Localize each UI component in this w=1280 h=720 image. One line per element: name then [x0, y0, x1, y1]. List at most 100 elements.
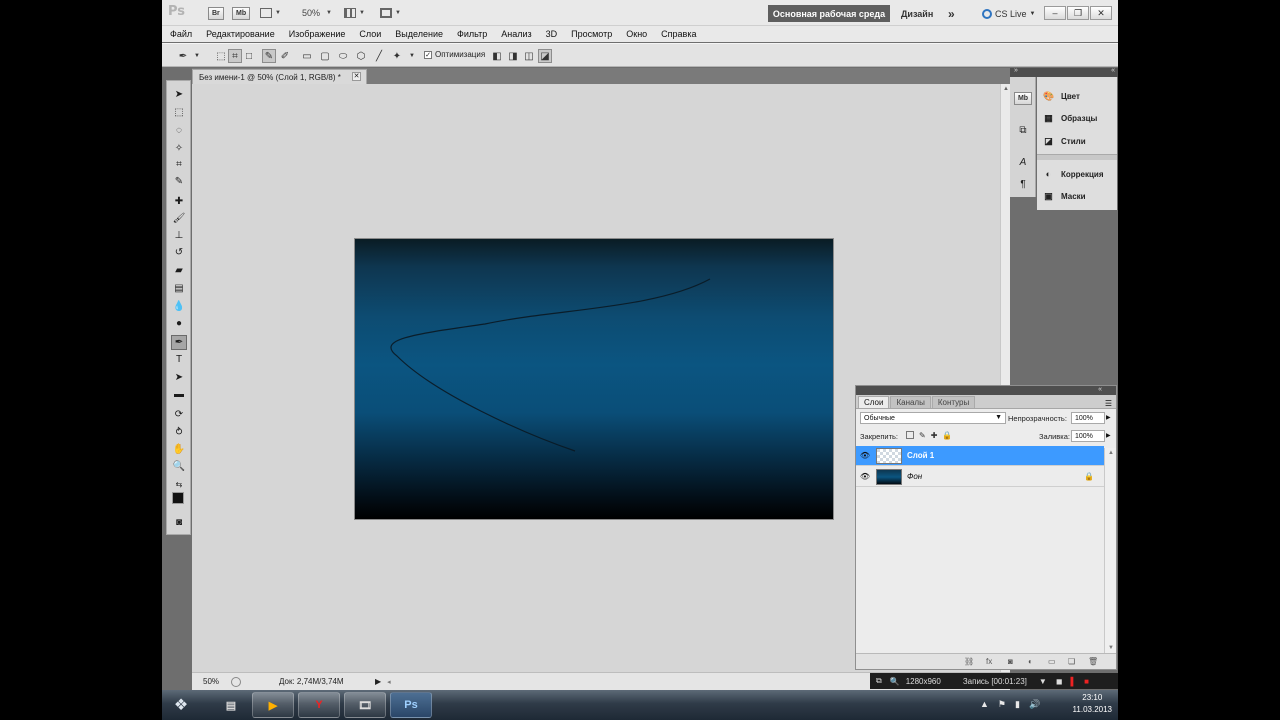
- panel-dock-header[interactable]: » «: [1010, 67, 1118, 77]
- path-selection-tool-icon[interactable]: ➤: [171, 370, 187, 385]
- polygon-shape-icon[interactable]: ⬡: [354, 49, 368, 63]
- workspace-design-button[interactable]: Дизайн: [901, 5, 933, 22]
- menu-select[interactable]: Выделение: [395, 29, 443, 39]
- layer-row[interactable]: 👁 Слой 1: [856, 446, 1104, 466]
- rectangle-tool-icon[interactable]: ▬: [171, 387, 187, 402]
- camera-icon[interactable]: ◼: [1056, 677, 1063, 686]
- pen-tool-preset-icon[interactable]: ✒: [176, 49, 190, 63]
- 3d-rotate-tool-icon[interactable]: ⟳: [171, 407, 187, 422]
- healing-brush-tool-icon[interactable]: ✚: [171, 194, 187, 209]
- menu-3d[interactable]: 3D: [546, 29, 558, 39]
- more-workspaces-button[interactable]: »: [948, 5, 955, 22]
- marquee-tool-icon[interactable]: ⬚: [171, 105, 187, 120]
- quick-mask-icon[interactable]: ◙: [171, 515, 187, 530]
- swap-colors-icon[interactable]: ⇆: [171, 477, 187, 492]
- status-preview-icon[interactable]: [231, 676, 241, 687]
- lock-position-icon[interactable]: ✚: [931, 431, 938, 440]
- tab-layers[interactable]: Слои: [858, 396, 890, 408]
- recorder-window-icon[interactable]: ⧉: [876, 676, 882, 686]
- menu-window[interactable]: Окно: [626, 29, 647, 39]
- stop-record-icon[interactable]: ■: [1084, 677, 1089, 686]
- crop-tool-icon[interactable]: ⌗: [171, 157, 187, 172]
- restore-icon[interactable]: ❐: [1067, 6, 1089, 20]
- chevron-down-icon[interactable]: ▼: [405, 49, 419, 63]
- workspace-essentials-button[interactable]: Основная рабочая среда: [768, 5, 890, 22]
- eraser-tool-icon[interactable]: ▰: [171, 263, 187, 278]
- zoom-tool-icon[interactable]: 🔍: [171, 459, 187, 474]
- move-tool-icon[interactable]: ➤: [171, 87, 187, 102]
- photoshop-taskbar-button[interactable]: Ps: [390, 692, 432, 718]
- network-icon[interactable]: ▮: [1015, 699, 1020, 710]
- layer-name[interactable]: Фон: [907, 472, 922, 481]
- file-explorer-taskbar-icon[interactable]: ▤: [210, 692, 252, 718]
- rounded-rectangle-icon[interactable]: ▢: [318, 49, 332, 63]
- scroll-up-icon[interactable]: ▲: [1108, 450, 1114, 456]
- freeform-pen-icon[interactable]: ✐: [278, 49, 292, 63]
- subtract-path-icon[interactable]: ◨: [506, 49, 520, 63]
- minimize-icon[interactable]: –: [1044, 6, 1066, 20]
- brush-tool-icon[interactable]: 🖌: [171, 211, 187, 226]
- menu-image[interactable]: Изображение: [289, 29, 346, 39]
- panel-swatches[interactable]: ▦ Образцы: [1043, 109, 1097, 127]
- mini-bridge-button[interactable]: Mb: [232, 6, 251, 20]
- custom-shape-icon[interactable]: ✦: [390, 49, 404, 63]
- mini-bridge-icon[interactable]: Mb: [1013, 91, 1033, 105]
- menu-view[interactable]: Просмотр: [571, 29, 612, 39]
- layer-row[interactable]: 👁 Фон 🔒: [856, 467, 1104, 487]
- eye-icon[interactable]: 👁: [856, 451, 874, 460]
- chevron-down-icon[interactable]: ▼: [1039, 677, 1047, 686]
- fill-input[interactable]: 100%: [1071, 430, 1105, 442]
- blend-mode-select[interactable]: Обычные ▼: [860, 412, 1006, 424]
- bridge-button[interactable]: Br: [208, 6, 224, 20]
- flag-icon[interactable]: ⚑: [998, 699, 1006, 710]
- zoom-level-dropdown[interactable]: 50% ▼: [302, 6, 332, 20]
- history-brush-tool-icon[interactable]: ↺: [171, 245, 187, 260]
- cs-live-button[interactable]: CS Live ▼: [982, 5, 1035, 22]
- panel-color[interactable]: 🎨 Цвет: [1043, 87, 1080, 105]
- close-icon[interactable]: ✕: [1090, 6, 1112, 20]
- menu-file[interactable]: Файл: [170, 29, 192, 39]
- blur-tool-icon[interactable]: 💧: [171, 299, 187, 314]
- start-button[interactable]: ❖: [168, 693, 194, 717]
- intersect-path-icon[interactable]: ◫: [522, 49, 536, 63]
- close-document-icon[interactable]: ✕: [352, 72, 361, 81]
- menu-filter[interactable]: Фильтр: [457, 29, 487, 39]
- document-tab[interactable]: Без имени-1 @ 50% (Слой 1, RGB/8) * ✕: [192, 69, 367, 84]
- ellipse-shape-icon[interactable]: ⬭: [336, 49, 350, 63]
- opacity-arrow-icon[interactable]: ▶: [1106, 414, 1111, 421]
- history-panel-icon[interactable]: ⧉: [1016, 123, 1030, 137]
- collapse-panels-icon[interactable]: »: [1014, 67, 1018, 74]
- scroll-down-icon[interactable]: ▼: [1108, 645, 1114, 651]
- link-layers-icon[interactable]: ⛓: [964, 657, 974, 666]
- adjustment-layer-icon[interactable]: ◐: [1028, 657, 1033, 666]
- view-extras-dropdown[interactable]: ▼: [260, 6, 281, 20]
- fill-arrow-icon[interactable]: ▶: [1106, 432, 1111, 439]
- pen-icon[interactable]: ✎: [262, 49, 276, 63]
- quick-select-tool-icon[interactable]: ✧: [171, 141, 187, 156]
- volume-icon[interactable]: 🔊: [1029, 699, 1040, 710]
- layer-style-icon[interactable]: fx: [986, 657, 992, 666]
- eyedropper-tool-icon[interactable]: ✎: [171, 174, 187, 189]
- menu-help[interactable]: Справка: [661, 29, 696, 39]
- add-to-path-icon[interactable]: ◧: [490, 49, 504, 63]
- eye-icon[interactable]: 👁: [856, 472, 874, 481]
- collapse-icon[interactable]: «: [1098, 386, 1102, 394]
- status-zoom[interactable]: 50%: [203, 677, 225, 686]
- status-scroll-left-icon[interactable]: ◂: [387, 678, 391, 686]
- recorder-zoom-icon[interactable]: 🔍: [890, 677, 900, 686]
- scroll-up-icon[interactable]: ▲: [1003, 86, 1009, 92]
- document-image[interactable]: [354, 238, 834, 520]
- layers-scrollbar[interactable]: ▲ ▼: [1104, 448, 1116, 653]
- menu-edit[interactable]: Редактирование: [206, 29, 275, 39]
- hand-tool-icon[interactable]: ✋: [171, 442, 187, 457]
- paragraph-panel-icon[interactable]: ¶: [1016, 177, 1030, 191]
- show-hidden-icons-icon[interactable]: ▲: [980, 699, 989, 710]
- new-layer-icon[interactable]: ❏: [1068, 657, 1075, 666]
- arrange-documents-dropdown[interactable]: ▼: [344, 6, 365, 20]
- expand-panels-icon[interactable]: «: [1111, 67, 1115, 74]
- panel-styles[interactable]: ◪ Стили: [1043, 132, 1085, 150]
- panel-adjustments[interactable]: ◐ Коррекция: [1043, 165, 1104, 183]
- pause-icon[interactable]: ▌: [1070, 677, 1076, 686]
- video-app-taskbar-icon[interactable]: 🎞: [344, 692, 386, 718]
- layer-name[interactable]: Слой 1: [907, 451, 934, 460]
